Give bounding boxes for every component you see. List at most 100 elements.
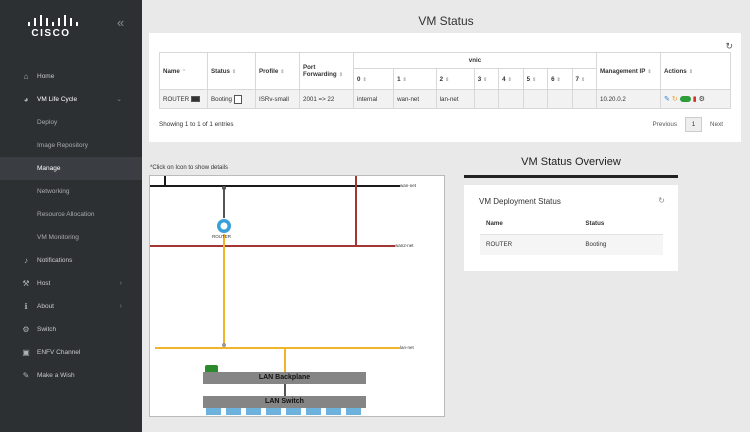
cell-management-ip: 10.20.0.2 (596, 89, 661, 109)
wand-icon: ✎ (22, 371, 30, 380)
sidebar-sub-image-repository[interactable]: Image Repository (0, 134, 142, 157)
log-icon[interactable] (234, 94, 242, 104)
router-icon-inner (220, 222, 228, 230)
sidebar-item-label: About (37, 303, 54, 310)
switch-port[interactable] (346, 408, 361, 415)
sidebar-item-home[interactable]: ⌂ Home (0, 65, 142, 88)
col-management-ip[interactable]: Management IP ⇕ (596, 52, 661, 90)
col-profile[interactable]: Profile ⇕ (255, 52, 300, 90)
console-icon[interactable] (191, 95, 201, 102)
switch-port[interactable] (286, 408, 301, 415)
cell-vnic-4 (498, 89, 524, 109)
overview-divider (464, 175, 678, 178)
switch-port[interactable] (326, 408, 341, 415)
router-label[interactable]: ROUTER (212, 234, 231, 239)
cell-status: Booting (207, 89, 256, 109)
previous-button[interactable]: Previous (647, 118, 684, 131)
col-name[interactable]: Name ⌃ (159, 52, 208, 90)
refresh-icon[interactable]: ↻ (725, 41, 733, 52)
sidebar-sub-vm-monitoring[interactable]: VM Monitoring (0, 226, 142, 249)
switch-port[interactable] (226, 408, 241, 415)
col-vnic-1[interactable]: 1 ⇕ (393, 68, 437, 90)
col-vnic-3[interactable]: 3 ⇕ (473, 68, 500, 90)
entries-info: Showing 1 to 1 of 1 entries (159, 121, 234, 128)
sort-icon: ⌃ (181, 68, 187, 75)
sidebar-item-label: Switch (37, 326, 57, 333)
switch-port[interactable] (266, 408, 281, 415)
col-status[interactable]: Status ⇕ (207, 52, 256, 90)
chevron-down-icon: ⌄ (116, 96, 122, 103)
info-icon: ℹ (24, 302, 28, 311)
brand-name: CISCO (31, 28, 71, 39)
network-topology: wan-net wan2-net lan-net ROUTER LAN Back… (149, 175, 445, 417)
sidebar-item-label: VM Life Cycle (37, 96, 78, 103)
home-icon: ⌂ (23, 72, 29, 81)
cell-vnic-0: internal (352, 89, 395, 109)
sidebar-item-label: Notifications (37, 257, 73, 264)
sort-icon: ⇕ (338, 72, 343, 78)
next-button[interactable]: Next (704, 118, 729, 131)
sidebar-item-host[interactable]: ⚒ Host › (0, 272, 142, 295)
pagination: Previous 1 Next (647, 117, 729, 132)
wan-junction (222, 186, 226, 190)
power-toggle[interactable] (679, 96, 691, 103)
col-vnic-5[interactable]: 5 ⇕ (522, 68, 549, 90)
sidebar-item-make-a-wish[interactable]: ✎ Make a Wish (0, 364, 142, 387)
sidebar-item-label: Make a Wish (37, 372, 75, 379)
sort-icon: ⇕ (688, 68, 693, 75)
restart-icon[interactable]: ↻ (672, 95, 678, 103)
col-port-forwarding[interactable]: Port Forwarding ⇕ (299, 52, 354, 90)
chevron-right-icon: › (119, 280, 122, 287)
col-vnic: vnic (353, 52, 597, 69)
switch-port[interactable] (246, 408, 261, 415)
delete-icon[interactable]: ▮ (693, 95, 697, 103)
col-vnic-4[interactable]: 4 ⇕ (498, 68, 524, 90)
wrench-icon: ⚒ (22, 279, 30, 288)
sidebar: CISCO « ⌂ Home ◕ VM Life Cycle ⌄ Deploy … (0, 0, 142, 432)
sidebar-sub-manage[interactable]: Manage (0, 157, 142, 180)
cell-status: Booting (579, 234, 663, 255)
cell-vnic-7 (571, 89, 598, 109)
lan-backplane[interactable]: LAN Backplane (203, 372, 366, 384)
cisco-bars-icon (26, 12, 78, 26)
switch-port[interactable] (206, 408, 221, 415)
lan-net-label: lan-net (400, 345, 414, 350)
page-1-button[interactable]: 1 (684, 117, 703, 132)
sidebar-nav: ⌂ Home ◕ VM Life Cycle ⌄ Deploy Image Re… (0, 65, 142, 387)
chevron-right-icon: › (119, 303, 122, 310)
cisco-logo[interactable]: CISCO (24, 12, 84, 42)
table-row: ROUTER Booting (480, 234, 663, 255)
switch-port[interactable] (306, 408, 321, 415)
col-vnic-0[interactable]: 0 ⇕ (352, 68, 395, 90)
sidebar-item-label: Home (37, 73, 55, 80)
col-vnic-6[interactable]: 6 ⇕ (547, 68, 573, 90)
cell-vnic-1: wan-net (393, 89, 437, 109)
main-content: VM Status ↻ Name ⌃ Status ⇕ Profile ⇕ Port … (142, 0, 750, 432)
col-vnic-7[interactable]: 7 ⇕ (571, 68, 598, 90)
deployment-status-card: VM Deployment Status ↻ Name Status ROUTE… (464, 185, 678, 271)
sidebar-sub-deploy[interactable]: Deploy (0, 111, 142, 134)
settings-icon[interactable]: ⚙ (699, 95, 705, 103)
sidebar-item-notifications[interactable]: ♪ Notifications (0, 249, 142, 272)
col-vnic-2[interactable]: 2 ⇕ (435, 68, 475, 90)
col-status: Status (579, 214, 663, 235)
sort-icon: ⇕ (231, 68, 237, 75)
lan-switch[interactable]: LAN Switch (203, 396, 366, 408)
col-actions[interactable]: Actions ⇕ (660, 52, 731, 90)
collapse-sidebar-icon[interactable]: « (117, 15, 124, 30)
cell-name: ROUTER (159, 89, 208, 109)
edit-icon[interactable]: ✎ (664, 95, 670, 103)
topology-hint: *Click on Icon to show details (150, 165, 229, 171)
table-row[interactable]: ROUTER Booting ISRv-small 2001 => 22 int… (159, 89, 731, 109)
sidebar-item-label: ENFV Channel (37, 349, 81, 356)
lan-junction (222, 343, 226, 347)
sidebar-sub-resource-allocation[interactable]: Resource Allocation (0, 203, 142, 226)
sidebar-item-enfv-channel[interactable]: ▣ ENFV Channel (0, 341, 142, 364)
sidebar-sub-networking[interactable]: Networking (0, 180, 142, 203)
sidebar-item-about[interactable]: ℹ About › (0, 295, 142, 318)
page-title: VM Status (418, 14, 474, 28)
refresh-icon[interactable]: ↻ (658, 196, 665, 205)
sidebar-item-vm-life-cycle[interactable]: ◕ VM Life Cycle ⌄ (0, 88, 142, 111)
deployment-status-title: VM Deployment Status (479, 197, 561, 206)
sidebar-item-switch[interactable]: ⚙ Switch (0, 318, 142, 341)
